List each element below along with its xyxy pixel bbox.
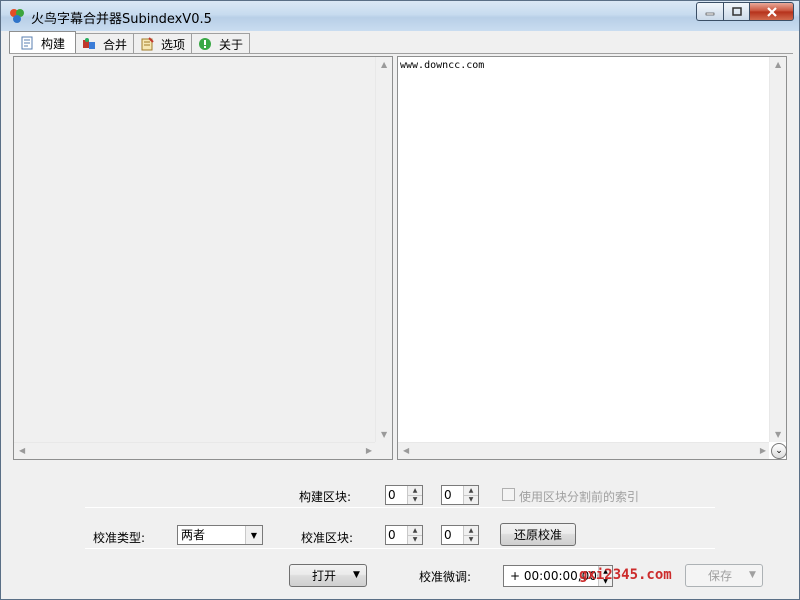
dropdown-arrow-icon[interactable]: ▼ <box>245 526 262 544</box>
maximize-button[interactable] <box>723 2 749 21</box>
separator-1 <box>85 507 715 508</box>
dropdown-arrow-icon[interactable]: ▼ <box>749 570 756 580</box>
build-icon <box>20 36 34 50</box>
right-horizontal-scrollbar[interactable]: ◀ ▶ <box>398 442 769 459</box>
left-horizontal-scrollbar[interactable]: ◀ ▶ <box>14 442 375 459</box>
left-vertical-scrollbar[interactable]: ▲ ▼ <box>375 57 392 442</box>
scroll-up-icon[interactable]: ▲ <box>775 60 781 69</box>
build-block-label: 构建区块: <box>299 490 352 504</box>
minimize-icon <box>705 12 715 15</box>
spin-down-icon[interactable]: ▼ <box>408 536 422 545</box>
use-pre-split-index-checkbox[interactable] <box>502 488 515 501</box>
right-text-pane[interactable]: www.downcc.com ▲ ▼ ◀ ▶ <box>397 56 787 460</box>
watermark-text: gxi2345.com <box>579 567 672 583</box>
tab-about[interactable]: 关于 <box>192 33 251 54</box>
tab-options[interactable]: 选项 <box>134 33 193 54</box>
tab-merge[interactable]: 合并 <box>76 33 135 54</box>
spin-down-icon[interactable]: ▼ <box>464 496 478 505</box>
minimize-button[interactable] <box>696 2 723 21</box>
calibration-type-label: 校准类型: <box>93 531 146 545</box>
fine-tune-label: 校准微调: <box>419 570 472 584</box>
calibration-block-start-spinner[interactable]: 0 ▲ ▼ <box>385 525 423 545</box>
maximize-icon <box>731 7 742 16</box>
build-block-end-spinner[interactable]: 0 ▲ ▼ <box>441 485 479 505</box>
spin-down-icon[interactable]: ▼ <box>464 536 478 545</box>
chevron-down-double-icon: ⌄ <box>775 446 783 456</box>
left-list-pane[interactable]: ▲ ▼ ◀ ▶ <box>13 56 393 460</box>
spin-up-icon[interactable]: ▲ <box>408 486 422 496</box>
title-bar[interactable]: 火鸟字幕合并器SubindexV0.5 <box>1 1 799 31</box>
close-button[interactable] <box>749 2 794 21</box>
calibration-block-label: 校准区块: <box>301 531 354 545</box>
merge-icon <box>82 37 96 51</box>
app-logo-icon <box>9 8 25 24</box>
info-icon <box>198 37 212 51</box>
separator-2 <box>85 548 715 549</box>
calibration-type-select[interactable]: 两者 ▼ <box>177 525 263 545</box>
dropdown-arrow-icon[interactable]: ▼ <box>353 570 360 580</box>
use-pre-split-index-label: 使用区块分割前的索引 <box>519 490 640 504</box>
app-window: 火鸟字幕合并器SubindexV0.5 构建 合并 选项 关于 ▲ ▼ ◀ ▶ … <box>0 0 800 600</box>
tab-build-label: 构建 <box>41 36 66 51</box>
options-icon <box>140 37 154 51</box>
build-block-start-spinner[interactable]: 0 ▲ ▼ <box>385 485 423 505</box>
scroll-right-icon[interactable]: ▶ <box>366 446 372 455</box>
open-split-button[interactable]: 打开 ▼ <box>289 564 367 587</box>
spin-up-icon[interactable]: ▲ <box>408 526 422 536</box>
right-pane-text: www.downcc.com <box>400 60 485 71</box>
window-title: 火鸟字幕合并器SubindexV0.5 <box>31 12 212 27</box>
scroll-up-icon[interactable]: ▲ <box>381 60 387 69</box>
scroll-down-icon[interactable]: ▼ <box>775 430 781 439</box>
calibration-block-end-spinner[interactable]: 0 ▲ ▼ <box>441 525 479 545</box>
scroll-right-icon[interactable]: ▶ <box>760 446 766 455</box>
tab-merge-label: 合并 <box>103 37 128 52</box>
caption-buttons <box>696 2 794 21</box>
right-vertical-scrollbar[interactable]: ▲ ▼ <box>769 57 786 442</box>
restore-calibration-button[interactable]: 还原校准 <box>500 523 576 546</box>
tab-options-label: 选项 <box>161 37 186 52</box>
tab-strip: 构建 合并 选项 关于 <box>9 31 251 54</box>
scroll-left-icon[interactable]: ◀ <box>19 446 25 455</box>
scroll-left-icon[interactable]: ◀ <box>403 446 409 455</box>
expand-toggle-button[interactable]: ⌄ <box>771 443 787 459</box>
spin-up-icon[interactable]: ▲ <box>464 486 478 496</box>
save-split-button[interactable]: 保存 ▼ <box>685 564 763 587</box>
tab-baseline <box>9 53 793 54</box>
scroll-down-icon[interactable]: ▼ <box>381 430 387 439</box>
tab-build[interactable]: 构建 <box>9 31 77 54</box>
spin-up-icon[interactable]: ▲ <box>464 526 478 536</box>
tab-about-label: 关于 <box>219 37 244 52</box>
close-icon <box>766 6 777 17</box>
spin-down-icon[interactable]: ▼ <box>408 496 422 505</box>
